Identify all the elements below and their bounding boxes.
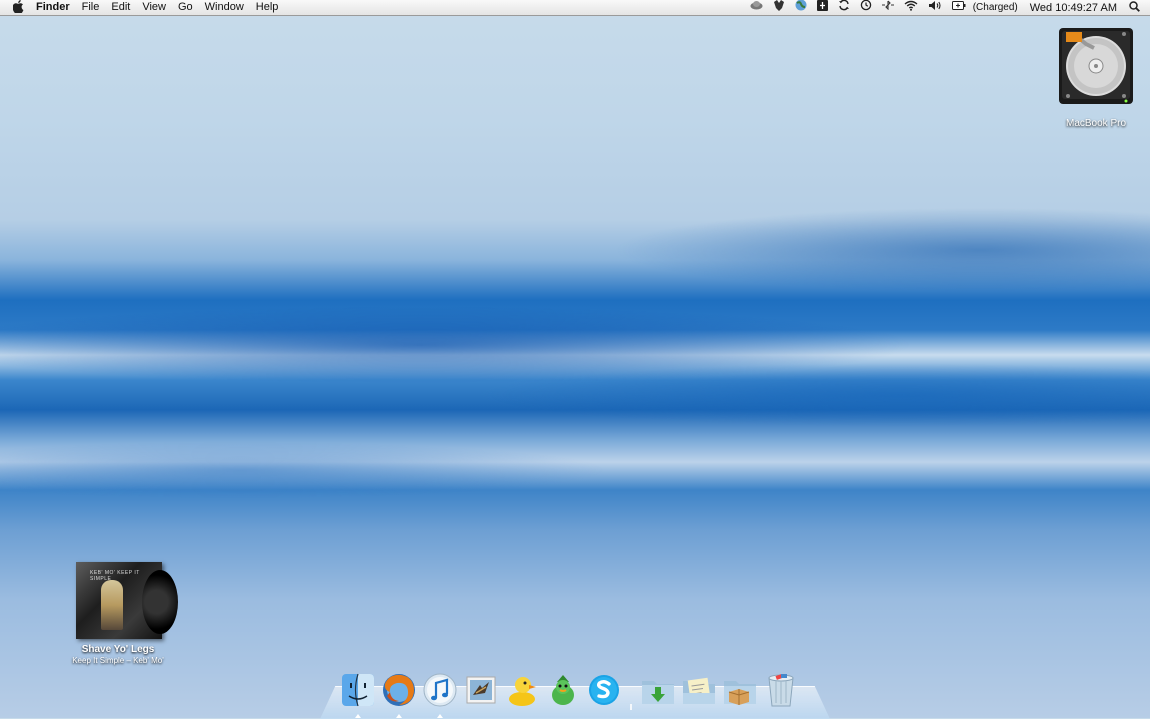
- dock-mail-icon[interactable]: [463, 672, 499, 708]
- dock-firefox-running-indicator: [396, 714, 402, 718]
- now-playing-artist: Keep It Simple – Keb' Mo': [72, 656, 164, 665]
- album-art-figure-icon: [101, 580, 123, 630]
- menu-app-finder[interactable]: Finder: [30, 0, 76, 15]
- album-cover-text: KEB' MO' KEEP IT SIMPLE: [90, 570, 140, 582]
- dock-firefox-icon[interactable]: [381, 672, 417, 718]
- dock-documents-stack-icon[interactable]: [681, 672, 717, 708]
- dock: [340, 664, 804, 718]
- dock-cyberduck-icon[interactable]: [504, 672, 540, 708]
- sync-icon[interactable]: [833, 0, 855, 16]
- dock-skype-icon[interactable]: [586, 672, 622, 708]
- dock-itunes-icon[interactable]: [422, 672, 458, 718]
- volume-icon[interactable]: [923, 0, 947, 16]
- spotlight-search-icon[interactable]: [1125, 0, 1150, 15]
- now-playing-title: Shave Yo' Legs: [81, 644, 155, 655]
- menu-help[interactable]: Help: [250, 0, 285, 15]
- menu-view[interactable]: View: [136, 0, 172, 15]
- dock-itunes-running-indicator: [437, 714, 443, 718]
- apple-menu-icon[interactable]: [10, 0, 26, 16]
- dock-trash-icon[interactable]: [763, 672, 799, 708]
- dock-applications-stack-icon[interactable]: [722, 672, 758, 708]
- dock-finder-running-indicator: [355, 714, 361, 718]
- menu-edit[interactable]: Edit: [105, 0, 136, 15]
- hard-drive-label: MacBook Pro: [1065, 118, 1127, 129]
- growl-icon[interactable]: [768, 0, 790, 16]
- dock-separator: [627, 672, 635, 710]
- cloud-sync-icon[interactable]: [745, 0, 768, 15]
- menu-clock[interactable]: Wed 10:49:27 AM: [1024, 2, 1125, 14]
- globe-icon[interactable]: [790, 0, 812, 16]
- wifi-icon[interactable]: [899, 0, 923, 16]
- battery-icon[interactable]: [947, 0, 971, 15]
- keyboard-viewer-icon[interactable]: [812, 0, 833, 16]
- time-machine-icon[interactable]: [855, 0, 877, 16]
- album-cover-widget[interactable]: KEB' MO' KEEP IT SIMPLE: [76, 562, 178, 639]
- dock-finder-icon[interactable]: [340, 672, 376, 718]
- dock-adium-icon[interactable]: [545, 672, 581, 708]
- bluetooth-icon[interactable]: [877, 0, 899, 15]
- menu-bar: Finder File Edit View Go Window Help (Ch…: [0, 0, 1150, 16]
- menu-extras: (Charged) Wed 10:49:27 AM: [745, 0, 1150, 15]
- dock-downloads-stack-icon[interactable]: [640, 672, 676, 708]
- menu-go[interactable]: Go: [172, 0, 199, 15]
- battery-status[interactable]: (Charged): [971, 2, 1024, 13]
- menu-file[interactable]: File: [76, 0, 106, 15]
- menu-window[interactable]: Window: [199, 0, 250, 15]
- hard-drive-icon[interactable]: [1058, 26, 1134, 106]
